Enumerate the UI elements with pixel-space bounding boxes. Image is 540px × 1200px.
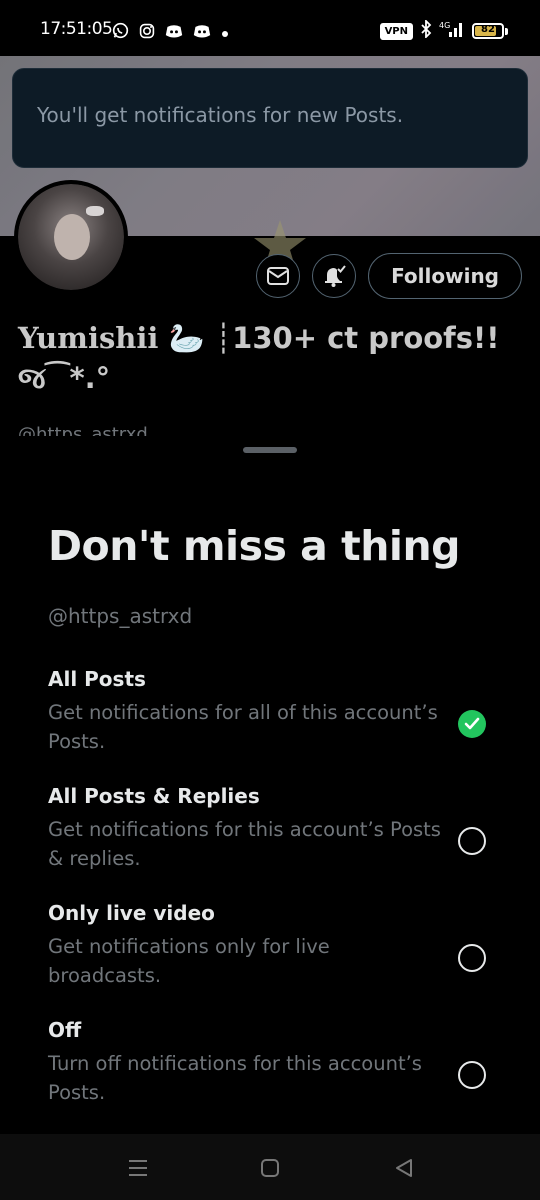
avatar-face xyxy=(54,214,90,260)
notification-settings-sheet: Don't miss a thing @https_astrxd All Pos… xyxy=(0,436,540,1136)
status-indicators: VPN 4G 82 xyxy=(379,18,508,42)
checkmark-icon xyxy=(464,717,480,730)
status-bar: 17:51:05 VPN 4G 82 xyxy=(0,0,540,56)
radio-button[interactable] xyxy=(458,1061,486,1089)
display-name-secondary: 🦢 ┊130+ ct proofs!! xyxy=(158,321,500,355)
option-title: Only live video xyxy=(48,901,215,925)
bell-check-icon xyxy=(325,265,346,287)
back-triangle-icon[interactable] xyxy=(392,1156,416,1180)
dot-icon xyxy=(221,23,229,42)
vpn-badge: VPN xyxy=(379,22,413,40)
radio-selected[interactable] xyxy=(458,710,486,738)
option-all-posts[interactable]: All Posts Get notifications for all of t… xyxy=(48,666,498,756)
option-all-posts-replies[interactable]: All Posts & Replies Get notifications fo… xyxy=(48,783,498,873)
avatar[interactable] xyxy=(14,180,128,294)
option-description: Get notifications only for live broadcas… xyxy=(48,935,330,987)
status-time: 17:51:05 xyxy=(40,19,113,39)
sheet-subtitle: @https_astrxd xyxy=(48,604,193,628)
whatsapp-icon xyxy=(112,22,129,43)
home-square-icon[interactable] xyxy=(258,1156,282,1180)
screen: 17:51:05 VPN 4G 82 You'll get notificati… xyxy=(0,0,540,1200)
bluetooth-icon xyxy=(420,18,432,42)
option-title: All Posts & Replies xyxy=(48,784,260,808)
menu-icon[interactable] xyxy=(126,1156,150,1180)
message-button[interactable] xyxy=(256,254,301,298)
battery-icon: 82 xyxy=(472,23,504,39)
discord-icon xyxy=(193,23,211,43)
avatar-bow xyxy=(86,206,104,216)
sheet-drag-handle[interactable] xyxy=(243,447,297,453)
sheet-title: Don't miss a thing xyxy=(48,522,461,570)
radio-button[interactable] xyxy=(458,827,486,855)
svg-text:4G: 4G xyxy=(439,21,450,30)
signal-icon: 4G xyxy=(439,20,465,42)
status-app-icons xyxy=(112,22,229,43)
option-off[interactable]: Off Turn off notifications for this acco… xyxy=(48,1017,498,1107)
mail-icon xyxy=(267,267,290,285)
avatar-image xyxy=(18,184,124,290)
discord-icon xyxy=(165,23,183,43)
option-description: Turn off notifications for this account’… xyxy=(48,1052,422,1104)
display-name-primary: Yumishii xyxy=(18,321,159,355)
option-description: Get notifications for all of this accoun… xyxy=(48,701,438,753)
profile-handle: @https_astrxd xyxy=(18,424,148,436)
following-button[interactable]: Following xyxy=(368,253,522,299)
option-title: All Posts xyxy=(48,667,146,691)
notifications-bell-button[interactable] xyxy=(312,254,357,298)
profile-display-name: Yumishii 🦢 ┊130+ ct proofs!! જ⁀*.° xyxy=(18,318,518,398)
battery-tip xyxy=(505,27,508,35)
option-only-live-video[interactable]: Only live video Get notifications only f… xyxy=(48,900,498,990)
system-nav-bar xyxy=(0,1134,540,1200)
option-title: Off xyxy=(48,1018,82,1042)
notification-toast: You'll get notifications for new Posts. xyxy=(12,68,528,168)
instagram-icon xyxy=(139,23,155,43)
battery-level: 82 xyxy=(481,24,495,35)
option-description: Get notifications for this account’s Pos… xyxy=(48,818,441,870)
radio-button[interactable] xyxy=(458,944,486,972)
display-name-line2: જ⁀*.° xyxy=(18,361,111,395)
profile-actions: Following xyxy=(256,253,522,299)
